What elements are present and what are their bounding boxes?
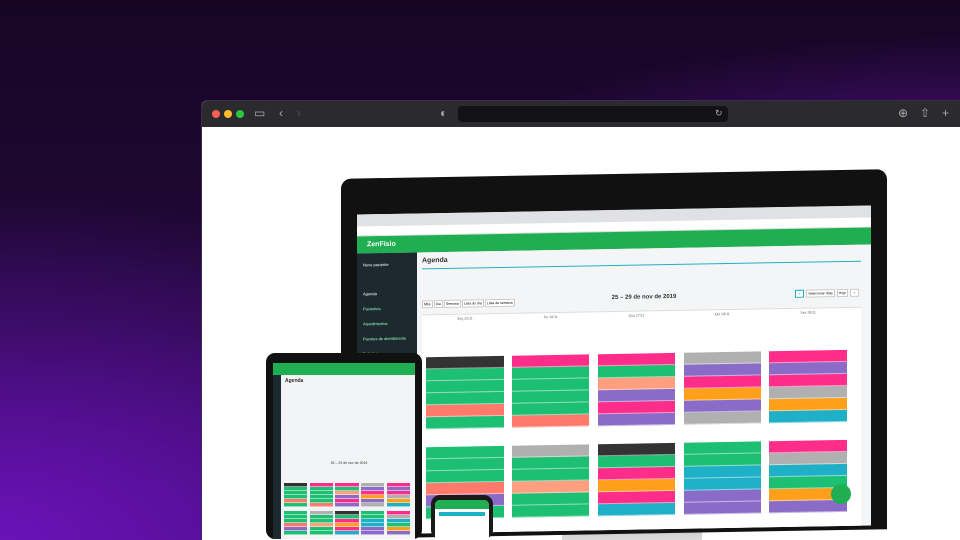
appointment-event[interactable]	[683, 501, 761, 515]
page-content: ZenFisio Novo paciente Agenda Pacientes …	[202, 127, 960, 540]
event-column	[426, 355, 504, 430]
event-column	[386, 511, 410, 535]
back-icon[interactable]: ‹	[279, 106, 283, 120]
day-header: Ter 26/11	[543, 314, 558, 320]
event-column	[335, 483, 359, 507]
appointment-event[interactable]	[309, 503, 333, 507]
day-header: Qui 28/11	[714, 311, 730, 317]
appointment-event[interactable]	[597, 502, 676, 517]
browser-window: ▭ ‹ › ◐ ↻ ⊕ ⇧ + ZenFisio Novo paciente A…	[201, 100, 960, 540]
event-column	[284, 483, 308, 507]
brand-logo: ZenFisio	[367, 240, 396, 249]
monitor-mockup: ZenFisio Novo paciente Agenda Pacientes …	[341, 169, 887, 539]
phone-screen	[435, 500, 489, 539]
close-button[interactable]	[212, 110, 220, 118]
next-button[interactable]: ›	[849, 288, 859, 297]
event-column	[597, 442, 676, 517]
agenda-main: Agenda Mês Dia Semana Lista do dia Lista…	[417, 244, 871, 534]
tablet-title: Agenda	[285, 378, 304, 384]
appointment-event[interactable]	[284, 531, 308, 535]
appointment-event[interactable]	[512, 504, 590, 518]
sidebar-item[interactable]: Pacotes de atendimento	[357, 330, 417, 346]
tablet-date-range: 25 – 29 de nov de 2019	[330, 461, 368, 465]
event-column	[512, 354, 590, 428]
event-column	[284, 511, 308, 535]
new-patient-button[interactable]: Novo paciente	[357, 256, 417, 272]
day-header: Seg 25/11	[457, 316, 473, 321]
address-bar[interactable]	[458, 106, 728, 122]
select-date-button[interactable]: Selecionar data	[806, 289, 835, 298]
minimize-button[interactable]	[224, 110, 232, 118]
today-button[interactable]: Hoje	[836, 288, 848, 298]
appointment-event[interactable]	[309, 531, 333, 535]
appointment-event[interactable]	[361, 531, 385, 535]
event-column	[597, 352, 676, 427]
event-column	[309, 483, 333, 507]
appointment-event[interactable]	[284, 503, 308, 507]
event-column	[361, 511, 385, 535]
event-column	[683, 351, 761, 425]
new-tab-icon[interactable]: +	[942, 106, 949, 120]
tablet-mockup: Agenda 25 – 29 de nov de 2019	[266, 353, 422, 539]
share-icon[interactable]: ⇧	[920, 106, 930, 120]
appointment-event[interactable]	[769, 409, 847, 424]
tablet-calendar	[283, 481, 413, 539]
sidebar-item[interactable]: Atendimentos	[357, 315, 417, 331]
appointment-event[interactable]	[512, 414, 590, 428]
event-column	[335, 511, 359, 535]
shield-icon[interactable]: ◐	[440, 106, 447, 120]
appointment-event[interactable]	[386, 503, 410, 507]
event-column	[309, 511, 333, 535]
appointment-event[interactable]	[597, 412, 676, 427]
event-column	[386, 483, 410, 507]
page-title: Agenda	[422, 256, 448, 265]
reload-icon[interactable]: ↻	[715, 108, 723, 119]
event-column	[769, 349, 847, 424]
download-icon[interactable]: ⊕	[898, 106, 908, 120]
sidebar-icon[interactable]: ▭	[254, 106, 265, 120]
maximize-button[interactable]	[236, 110, 244, 118]
appointment-event[interactable]	[426, 415, 504, 430]
appointment-event[interactable]	[335, 503, 359, 507]
day-header: Qua 27/11	[628, 313, 645, 318]
sidebar-item[interactable]: Pacientes	[357, 300, 417, 316]
appointment-event[interactable]	[386, 531, 410, 535]
appointment-event[interactable]	[683, 411, 761, 425]
event-column	[512, 444, 590, 518]
day-header: Sex 29/11	[800, 310, 816, 315]
event-column	[361, 483, 385, 507]
appointment-event[interactable]	[361, 503, 385, 507]
monitor-screen: ZenFisio Novo paciente Agenda Pacientes …	[357, 205, 871, 535]
tablet-screen: Agenda 25 – 29 de nov de 2019	[273, 363, 415, 539]
forward-icon[interactable]: ›	[297, 106, 301, 120]
event-column	[683, 441, 761, 515]
browser-toolbar: ▭ ‹ › ◐ ↻ ⊕ ⇧ +	[202, 101, 960, 127]
phone-mockup	[431, 495, 493, 539]
appointment-event[interactable]	[335, 531, 359, 535]
sidebar-item[interactable]: Agenda	[357, 285, 417, 301]
prev-button[interactable]: ‹	[795, 289, 805, 298]
